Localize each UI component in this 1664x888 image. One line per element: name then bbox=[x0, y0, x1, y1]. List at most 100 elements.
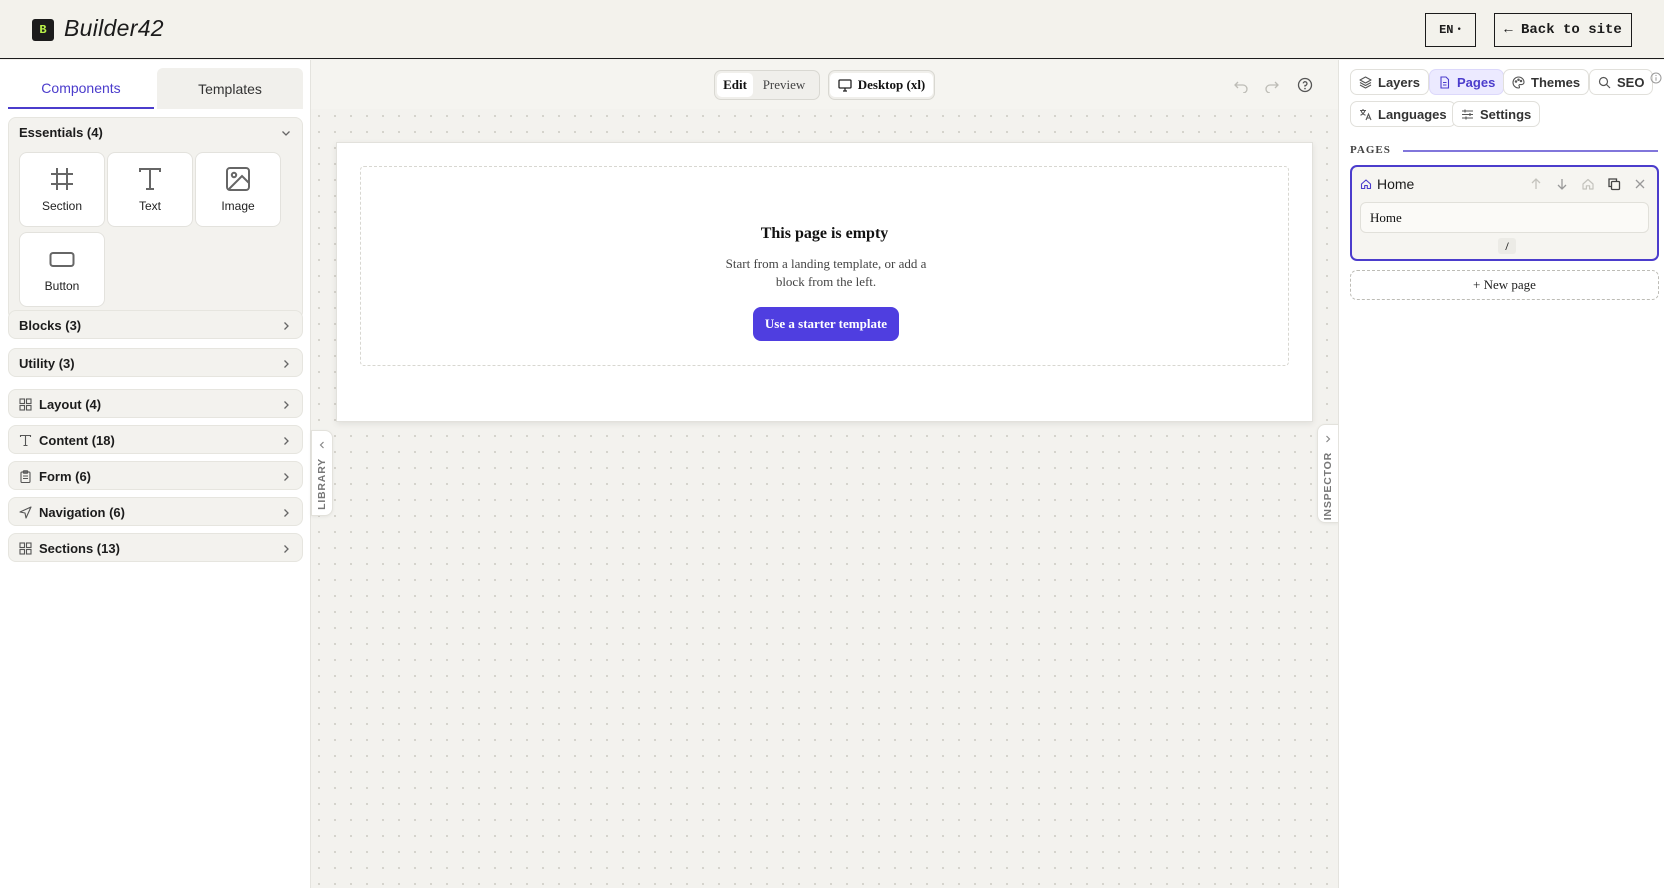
group-header: Utility (3) bbox=[9, 349, 302, 378]
tab-themes[interactable]: Themes bbox=[1503, 69, 1590, 95]
component-section[interactable]: Section bbox=[19, 152, 105, 227]
back-to-site-button[interactable]: ← Back to site bbox=[1494, 13, 1632, 47]
device-selector[interactable]: Desktop (xl) bbox=[828, 70, 935, 100]
component-label: Button bbox=[44, 279, 80, 293]
edit-mode-button[interactable]: Edit bbox=[717, 73, 753, 97]
info-icon[interactable] bbox=[1650, 72, 1662, 84]
tab-templates[interactable]: Templates bbox=[157, 68, 303, 109]
tab-components[interactable]: Components bbox=[8, 68, 154, 109]
group-essentials-header[interactable]: Essentials (4) bbox=[9, 118, 302, 147]
navigation-icon bbox=[19, 506, 32, 519]
new-page-button[interactable]: + New page bbox=[1350, 270, 1659, 300]
group-label: Essentials (4) bbox=[19, 125, 103, 140]
tab-label: Pages bbox=[1457, 74, 1496, 90]
grid-icon bbox=[19, 398, 32, 411]
component-label: Image bbox=[221, 199, 255, 213]
search-icon bbox=[1598, 76, 1611, 88]
chevron-right-icon bbox=[284, 436, 289, 445]
undo-icon[interactable] bbox=[1233, 77, 1249, 93]
group-label: Content (18) bbox=[39, 433, 115, 448]
tab-layers[interactable]: Layers bbox=[1350, 69, 1429, 95]
palette-icon bbox=[1512, 75, 1525, 89]
empty-state-description: Start from a landing template, or add a … bbox=[725, 256, 927, 289]
group-sections[interactable]: Sections (13) bbox=[8, 533, 303, 562]
preview-mode-button[interactable]: Preview bbox=[753, 73, 815, 97]
text-icon bbox=[19, 434, 32, 447]
component-label: Text bbox=[138, 199, 161, 213]
group-header: Content (18) bbox=[9, 426, 302, 455]
dropdown-dot-icon: • bbox=[1456, 25, 1462, 35]
library-tabs: Components Templates bbox=[8, 68, 303, 109]
group-form[interactable]: Form (6) bbox=[8, 461, 303, 490]
tab-pages[interactable]: Pages bbox=[1429, 69, 1505, 95]
group-label: Layout (4) bbox=[39, 397, 102, 412]
tab-settings[interactable]: Settings bbox=[1452, 101, 1541, 127]
mode-toggle: Edit Preview bbox=[714, 70, 820, 100]
page-card-home[interactable]: Home Home / bbox=[1350, 165, 1659, 261]
move-up-icon[interactable] bbox=[1529, 177, 1543, 191]
group-header: Form (6) bbox=[9, 462, 302, 491]
tab-seo[interactable]: SEO bbox=[1589, 69, 1654, 95]
chevron-right-icon bbox=[284, 472, 289, 481]
inspector-tab-label: INSPECTOR bbox=[1322, 452, 1334, 521]
page-slug[interactable]: / bbox=[1498, 238, 1516, 254]
grid-icon bbox=[19, 542, 32, 555]
language-selector[interactable]: EN • bbox=[1425, 13, 1476, 47]
pages-section-label: PAGES bbox=[1350, 144, 1391, 156]
chevron-left-icon bbox=[319, 441, 324, 449]
tab-label: Settings bbox=[1480, 106, 1532, 122]
close-icon[interactable] bbox=[1633, 177, 1647, 191]
inspector-collapse-tab[interactable]: INSPECTOR bbox=[1317, 424, 1339, 523]
set-home-icon[interactable] bbox=[1581, 177, 1595, 191]
page-title: Home bbox=[1377, 176, 1415, 192]
component-button[interactable]: Button bbox=[19, 232, 105, 307]
image-icon bbox=[226, 167, 250, 191]
move-down-icon[interactable] bbox=[1555, 177, 1569, 191]
group-utility[interactable]: Utility (3) bbox=[8, 348, 303, 377]
text-icon bbox=[139, 168, 161, 190]
tab-languages[interactable]: Languages bbox=[1350, 101, 1456, 127]
redo-icon[interactable] bbox=[1264, 77, 1280, 93]
device-label: Desktop (xl) bbox=[857, 77, 926, 92]
duplicate-icon[interactable] bbox=[1607, 177, 1621, 191]
language-label: EN bbox=[1439, 23, 1454, 37]
page-name-field[interactable]: Home bbox=[1360, 202, 1649, 233]
help-icon[interactable] bbox=[1297, 77, 1313, 93]
chevron-right-icon bbox=[284, 508, 289, 517]
hash-icon bbox=[51, 168, 73, 190]
chevron-down-icon bbox=[282, 130, 290, 136]
group-layout[interactable]: Layout (4) bbox=[8, 389, 303, 418]
group-header: Navigation (6) bbox=[9, 498, 302, 527]
monitor-icon bbox=[838, 78, 852, 92]
chevron-right-icon bbox=[1326, 435, 1331, 443]
component-label: Section bbox=[41, 199, 83, 213]
group-content[interactable]: Content (18) bbox=[8, 425, 303, 454]
empty-state: This page is empty Start from a landing … bbox=[360, 166, 1289, 366]
group-label: Navigation (6) bbox=[39, 505, 125, 520]
layers-icon bbox=[1359, 75, 1372, 89]
chevron-right-icon bbox=[284, 400, 289, 409]
top-bar: B Builder42 EN • ← Back to site bbox=[0, 0, 1664, 59]
chevron-right-icon bbox=[284, 359, 289, 368]
group-navigation[interactable]: Navigation (6) bbox=[8, 497, 303, 526]
group-label: Blocks (3) bbox=[19, 318, 82, 333]
use-starter-template-button[interactable]: Use a starter template bbox=[753, 307, 899, 341]
sliders-icon bbox=[1462, 109, 1473, 119]
empty-state-title: This page is empty bbox=[760, 225, 889, 242]
component-image[interactable]: Image bbox=[195, 152, 281, 227]
group-label: Form (6) bbox=[39, 469, 91, 484]
device-selector-inner: Desktop (xl) bbox=[829, 73, 934, 97]
tab-label: Themes bbox=[1531, 74, 1581, 90]
inspector-panel: Layers Pages Themes SEO Languages Settin… bbox=[1338, 60, 1664, 888]
logo-mark: B bbox=[32, 19, 54, 41]
library-collapse-tab[interactable]: LIBRARY bbox=[311, 430, 333, 516]
canvas-area: Edit Preview Desktop (xl) This page is e… bbox=[311, 60, 1338, 888]
group-blocks[interactable]: Blocks (3) bbox=[8, 310, 303, 339]
canvas-toolbar: Edit Preview Desktop (xl) bbox=[311, 60, 1338, 109]
library-panel: Components Templates Essentials (4) Sect… bbox=[0, 60, 311, 888]
group-header: Sections (13) bbox=[9, 534, 302, 563]
tab-label: Layers bbox=[1378, 74, 1420, 90]
tab-label: SEO bbox=[1617, 74, 1645, 90]
component-text[interactable]: Text bbox=[107, 152, 193, 227]
tab-label: Languages bbox=[1378, 106, 1447, 122]
